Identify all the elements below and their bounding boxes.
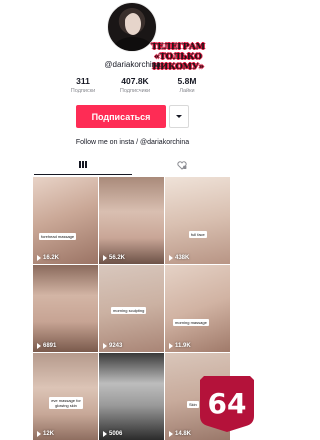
video-views-count: 56.2K (109, 255, 126, 261)
stat-followers-label: Подписчики (119, 88, 151, 94)
video-caption: eve massage for glowing skin (49, 397, 83, 409)
video-views-count: 9243 (109, 343, 123, 349)
video-thumbnail-6[interactable]: morning massage 11.9K (165, 265, 230, 352)
play-icon (103, 431, 107, 437)
video-views: 6891 (37, 343, 56, 349)
stat-followers-value: 407.8K (121, 76, 149, 86)
profile-stats: 311 Подписки 407.8K Подписчики 5.8M Лайк… (60, 76, 210, 100)
play-icon (37, 255, 41, 261)
heart-lock-icon (176, 161, 187, 170)
video-views: 56.2K (103, 255, 125, 261)
play-icon (37, 431, 41, 437)
stat-likes-value: 5.8M (177, 76, 197, 86)
avatar-face (125, 13, 141, 35)
video-thumbnail-1[interactable]: forehead massage 16.2K (33, 177, 98, 264)
thumbnail-image (99, 353, 164, 440)
video-views-count: 5006 (109, 431, 123, 437)
stat-following[interactable]: 311 Подписки (60, 76, 106, 94)
play-icon (37, 343, 41, 349)
thumbnail-image (165, 265, 230, 352)
overlay-badge: 64 (196, 372, 258, 434)
follow-button[interactable]: Подписаться (76, 105, 166, 128)
thumbnail-image (99, 177, 164, 264)
stat-followers[interactable]: 407.8K Подписчики (112, 76, 158, 94)
video-views-count: 14.8K (175, 431, 192, 437)
more-options-button[interactable] (169, 105, 189, 128)
video-views: 9243 (103, 343, 122, 349)
stat-likes: 5.8M Лайки (164, 76, 210, 94)
stat-following-value: 311 (76, 76, 90, 86)
profile-bio: Follow me on insta / @dariakorchina (75, 139, 190, 146)
video-views: 11.9K (169, 343, 191, 349)
video-thumbnail-2[interactable]: 56.2K (99, 177, 164, 264)
video-thumbnail-5[interactable]: morning sculpting 9243 (99, 265, 164, 352)
video-views: 5006 (103, 431, 122, 437)
badge-label: 64 (207, 386, 247, 420)
chevron-down-icon (176, 115, 182, 118)
profile-username: @dariakorchina (104, 60, 161, 69)
video-views-count: 16.2K (43, 255, 60, 261)
thumbnail-image (33, 177, 98, 264)
play-icon (169, 255, 173, 261)
play-icon (103, 255, 107, 261)
stat-following-label: Подписки (70, 88, 96, 94)
profile-tabs (34, 155, 230, 175)
play-icon (169, 343, 173, 349)
video-thumbnail-3[interactable]: full face 438K (165, 177, 230, 264)
promo-line-1: ТЕЛЕГРАМ (151, 42, 205, 52)
play-icon (169, 431, 173, 437)
tab-liked[interactable] (132, 155, 230, 175)
video-views: 16.2K (37, 255, 59, 261)
video-views: 12K (37, 431, 54, 437)
thumbnail-image (33, 265, 98, 352)
video-views-count: 11.9K (175, 343, 191, 349)
video-thumbnail-4[interactable]: 6891 (33, 265, 98, 352)
video-caption: forehead massage (39, 233, 77, 240)
video-views-count: 438K (175, 255, 190, 261)
video-thumbnail-8[interactable]: 5006 (99, 353, 164, 440)
video-views: 14.8K (169, 431, 191, 437)
thumbnail-image (165, 177, 230, 264)
tab-videos[interactable] (34, 155, 132, 175)
play-icon (103, 343, 107, 349)
stat-likes-label: Лайки (179, 88, 195, 94)
video-views: 438K (169, 255, 189, 261)
grid-icon (79, 161, 87, 168)
video-caption: morning sculpting (111, 307, 147, 314)
video-caption: morning massage (173, 319, 209, 326)
video-caption: full face (189, 231, 207, 238)
video-views-count: 6891 (43, 343, 57, 349)
video-thumbnail-7[interactable]: eve massage for glowing skin 12K (33, 353, 98, 440)
video-views-count: 12K (43, 431, 55, 437)
